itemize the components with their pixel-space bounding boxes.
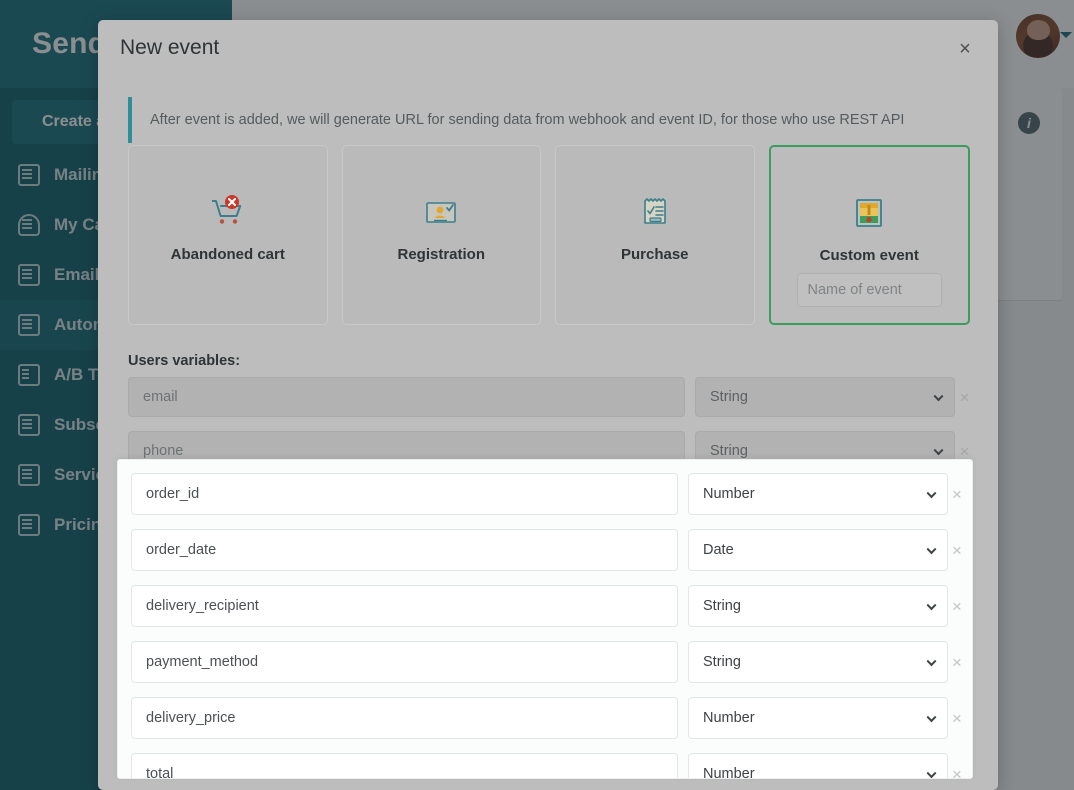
variable-row: email String × [128, 375, 970, 419]
chevron-down-icon [926, 488, 937, 499]
chevron-down-icon [926, 712, 937, 723]
variable-type-value: String [710, 389, 748, 405]
variable-type-value: String [703, 654, 741, 670]
variable-name-field[interactable]: total [131, 753, 678, 778]
remove-variable-button[interactable]: × [959, 389, 970, 406]
variable-row: delivery_recipient String × [131, 585, 962, 627]
page-title: New event [120, 36, 220, 59]
variable-row: order_date Date × [131, 529, 962, 571]
variable-name-field[interactable]: delivery_price [131, 697, 678, 739]
event-type-card-purchase[interactable]: Purchase [555, 145, 755, 325]
variable-type-value: String [703, 598, 741, 614]
event-type-label: Purchase [620, 246, 689, 263]
variable-type-select[interactable]: Number [688, 697, 948, 739]
chevron-down-icon [926, 656, 937, 667]
remove-variable-button[interactable]: × [952, 542, 962, 559]
event-type-label: Registration [397, 246, 485, 263]
abandoned-cart-icon [208, 192, 248, 232]
variable-row: order_id Number × [131, 473, 962, 515]
remove-variable-button[interactable]: × [959, 443, 970, 460]
variable-row: payment_method String × [131, 641, 962, 683]
variable-name-field[interactable]: email [128, 377, 685, 417]
variable-name-field[interactable]: payment_method [131, 641, 678, 683]
variable-type-value: Number [703, 486, 755, 502]
info-banner-text: After event is added, we will generate U… [150, 112, 905, 128]
variable-row: total Number × [131, 753, 962, 779]
chevron-down-icon [926, 544, 937, 555]
custom-event-name-input[interactable] [796, 273, 942, 307]
event-type-cards: Abandoned cart Registration Purchase Cus… [128, 145, 970, 325]
remove-variable-button[interactable]: × [952, 766, 962, 779]
variable-type-select[interactable]: Number [688, 753, 948, 779]
chevron-down-icon [933, 391, 944, 402]
variable-type-select[interactable]: String [688, 585, 948, 627]
remove-variable-button[interactable]: × [952, 654, 962, 671]
close-icon[interactable]: × [952, 36, 978, 62]
variables-overlay-panel: order_id Number × order_date Date × deli… [117, 459, 973, 779]
info-banner: After event is added, we will generate U… [128, 97, 970, 143]
remove-variable-button[interactable]: × [952, 486, 962, 503]
chevron-down-icon [926, 600, 937, 611]
variable-name-field[interactable]: order_date [131, 529, 678, 571]
variable-type-value: Number [703, 766, 755, 779]
event-type-card-registration[interactable]: Registration [341, 145, 541, 325]
remove-variable-button[interactable]: × [952, 598, 962, 615]
variable-type-select[interactable]: Date [688, 529, 948, 571]
variable-type-value: Date [703, 542, 734, 558]
variable-type-select[interactable]: Number [688, 473, 948, 515]
variable-type-value: String [710, 443, 748, 459]
users-variables-label: Users variables: [128, 353, 241, 369]
variable-type-select[interactable]: String [695, 377, 955, 417]
event-type-label: Abandoned cart [170, 246, 285, 263]
purchase-receipt-icon [635, 192, 675, 232]
remove-variable-button[interactable]: × [952, 710, 962, 727]
variable-name-field[interactable]: delivery_recipient [131, 585, 678, 627]
variable-row: delivery_price Number × [131, 697, 962, 739]
variable-type-select[interactable]: String [688, 641, 948, 683]
custom-event-icon [849, 193, 889, 233]
variable-type-value: Number [703, 710, 755, 726]
chevron-down-icon [933, 445, 944, 456]
event-type-label: Custom event [819, 247, 919, 264]
chevron-down-icon [926, 768, 937, 778]
registration-card-icon [421, 192, 461, 232]
variable-name-field[interactable]: order_id [131, 473, 678, 515]
event-type-card-abandoned-cart[interactable]: Abandoned cart [128, 145, 328, 325]
event-type-card-custom-event[interactable]: Custom event [768, 145, 970, 325]
modal-header: New event × [98, 20, 998, 78]
